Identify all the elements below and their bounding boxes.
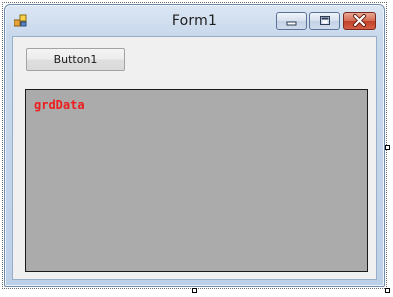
button1[interactable]: Button1 xyxy=(26,48,125,71)
minimize-icon xyxy=(286,21,297,26)
minimize-button[interactable] xyxy=(276,12,307,30)
grid-label: grdData xyxy=(34,98,85,112)
data-grid[interactable]: grdData xyxy=(25,89,368,272)
resize-handle-right[interactable] xyxy=(385,145,390,150)
form-client-area: Button1 grdData xyxy=(12,36,377,280)
resize-handle-bottom[interactable] xyxy=(192,288,197,293)
form-window[interactable]: Form1 Button1 grdData xyxy=(4,4,385,287)
close-button[interactable] xyxy=(343,12,376,30)
maximize-button[interactable] xyxy=(309,12,340,30)
maximize-icon xyxy=(320,16,330,25)
title-bar[interactable]: Form1 xyxy=(5,5,384,35)
resize-handle-bottom-right[interactable] xyxy=(385,288,390,293)
close-icon xyxy=(353,14,366,27)
